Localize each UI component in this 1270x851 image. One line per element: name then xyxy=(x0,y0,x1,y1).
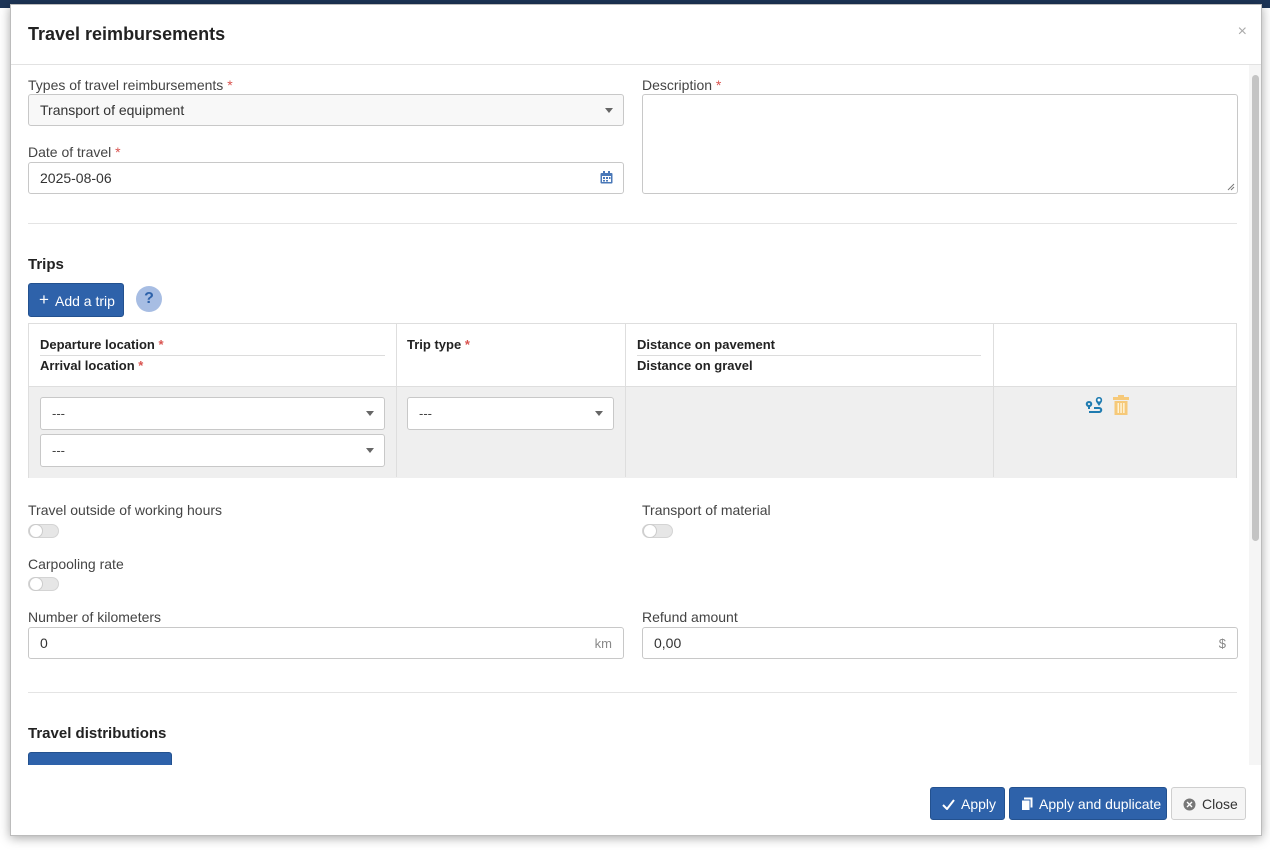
km-label: Number of kilometers xyxy=(28,609,162,625)
departure-select[interactable]: --- xyxy=(40,397,385,430)
section-divider xyxy=(28,223,1237,224)
arrival-value: --- xyxy=(52,443,65,458)
modal-header: Travel reimbursements × xyxy=(11,5,1261,65)
chevron-down-icon xyxy=(366,448,374,453)
outside-hours-toggle[interactable] xyxy=(28,524,59,538)
calendar-icon[interactable] xyxy=(600,171,613,184)
description-label-text: Description xyxy=(642,77,713,93)
modal-body: Types of travel reimbursements * Transpo… xyxy=(11,65,1249,765)
travel-reimbursement-modal: Travel reimbursements × Types of travel … xyxy=(10,4,1262,836)
date-input[interactable]: 2025-08-06 xyxy=(28,162,624,194)
toggle-knob xyxy=(29,577,43,591)
toggle-knob xyxy=(643,524,657,538)
km-value: 0 xyxy=(40,635,48,651)
close-label: Close xyxy=(1202,796,1238,812)
add-trip-button[interactable]: + Add a trip xyxy=(28,283,124,317)
outside-hours-label: Travel outside of working hours xyxy=(28,502,223,518)
date-label: Date of travel * xyxy=(28,144,121,160)
apply-label: Apply xyxy=(961,796,997,812)
copy-icon xyxy=(1021,797,1033,811)
carpooling-label: Carpooling rate xyxy=(28,556,124,572)
close-circle-icon xyxy=(1183,798,1196,811)
toggle-knob xyxy=(29,524,43,538)
required-mark: * xyxy=(227,77,233,93)
plus-icon: + xyxy=(39,290,49,309)
type-label-text: Types of travel reimbursements xyxy=(28,77,224,93)
trips-table: Departure location * Arrival location * … xyxy=(28,323,1237,478)
km-suffix: km xyxy=(594,636,612,651)
apply-duplicate-button[interactable]: Apply and duplicate xyxy=(1009,787,1167,820)
type-select[interactable]: Transport of equipment xyxy=(28,94,624,126)
close-icon[interactable]: × xyxy=(1238,23,1247,41)
check-icon xyxy=(942,799,955,810)
chevron-down-icon xyxy=(366,411,374,416)
add-distribution-button[interactable] xyxy=(28,752,172,765)
column-separator xyxy=(625,324,626,477)
column-separator xyxy=(396,324,397,477)
required-mark: * xyxy=(158,337,164,352)
header-arrival-text: Arrival location xyxy=(40,358,135,373)
description-textarea[interactable] xyxy=(642,94,1238,194)
arrival-select[interactable]: --- xyxy=(40,434,385,467)
apply-duplicate-label: Apply and duplicate xyxy=(1039,796,1162,812)
date-label-text: Date of travel xyxy=(28,144,112,160)
required-mark: * xyxy=(138,358,144,373)
trips-title: Trips xyxy=(28,256,64,273)
add-trip-label: Add a trip xyxy=(55,293,115,309)
date-value: 2025-08-06 xyxy=(40,170,112,186)
departure-value: --- xyxy=(52,406,65,421)
header-trip-type: Trip type * xyxy=(407,337,470,352)
trash-icon[interactable] xyxy=(1112,395,1130,416)
refund-input[interactable]: 0,00 $ xyxy=(642,627,1238,659)
header-departure: Departure location * xyxy=(40,337,164,352)
km-input[interactable]: 0 km xyxy=(28,627,624,659)
transport-material-toggle[interactable] xyxy=(642,524,673,538)
type-label: Types of travel reimbursements * xyxy=(28,77,233,93)
refund-value: 0,00 xyxy=(654,635,682,651)
transport-material-label: Transport of material xyxy=(642,502,771,518)
refund-suffix: $ xyxy=(1218,636,1226,651)
section-divider xyxy=(28,692,1237,693)
trip-type-select[interactable]: --- xyxy=(407,397,614,430)
header-divider xyxy=(40,355,385,356)
trips-table-header: Departure location * Arrival location * … xyxy=(29,324,1236,386)
header-arrival: Arrival location * xyxy=(40,358,143,373)
resize-grip-icon[interactable] xyxy=(1227,183,1235,191)
chevron-down-icon xyxy=(595,411,603,416)
required-mark: * xyxy=(464,337,470,352)
close-button[interactable]: Close xyxy=(1171,787,1246,820)
header-trip-type-text: Trip type xyxy=(407,337,462,352)
trip-row: --- --- --- xyxy=(29,386,1236,478)
header-distance-gravel: Distance on gravel xyxy=(637,358,753,373)
modal-title: Travel reimbursements xyxy=(28,24,226,44)
distributions-title: Travel distributions xyxy=(28,725,167,742)
type-select-value: Transport of equipment xyxy=(40,102,185,118)
required-mark: * xyxy=(715,77,722,93)
required-mark: * xyxy=(115,144,121,160)
chevron-down-icon xyxy=(605,108,613,113)
header-distance-pavement: Distance on pavement xyxy=(637,337,775,352)
help-icon[interactable]: ? xyxy=(136,286,162,312)
trip-type-value: --- xyxy=(419,406,432,421)
apply-button[interactable]: Apply xyxy=(930,787,1005,820)
column-separator xyxy=(993,324,994,477)
carpooling-toggle[interactable] xyxy=(28,577,59,591)
description-label: Description * xyxy=(642,77,721,93)
header-departure-text: Departure location xyxy=(40,337,155,352)
scrollbar-thumb[interactable] xyxy=(1252,75,1259,541)
route-icon[interactable] xyxy=(1084,395,1106,417)
header-divider xyxy=(637,355,981,356)
refund-label: Refund amount xyxy=(642,609,738,625)
